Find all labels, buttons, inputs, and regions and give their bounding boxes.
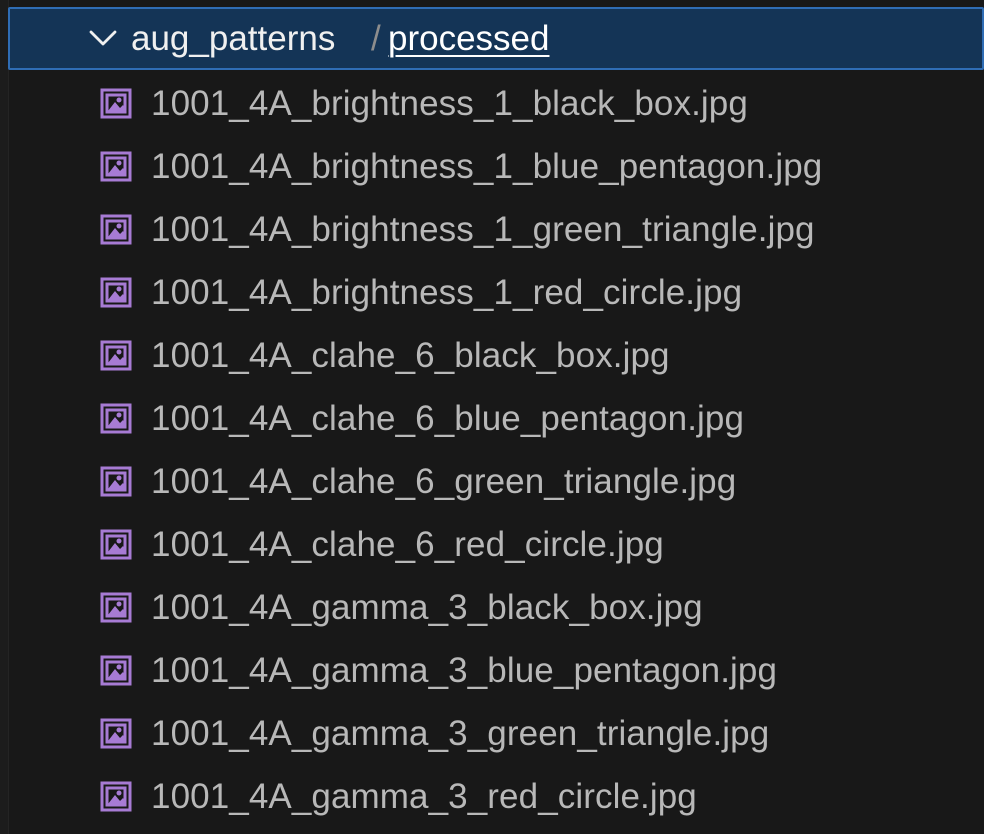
- file-row[interactable]: 1001_4A_clahe_6_black_box.jpg: [8, 324, 984, 387]
- file-row[interactable]: 1001_4A_gamma_3_red_circle.jpg: [8, 765, 984, 828]
- file-name: 1001_4A_gamma_3_red_circle.jpg: [151, 777, 697, 816]
- file-row[interactable]: 1001_4A_clahe_6_red_circle.jpg: [8, 513, 984, 576]
- folder-row-processed[interactable]: aug_patterns / processed: [8, 7, 984, 70]
- image-file-icon: [100, 718, 132, 749]
- file-name: 1001_4A_clahe_6_black_box.jpg: [151, 336, 670, 375]
- file-row[interactable]: 1001_4A_clahe_6_blue_pentagon.jpg: [8, 387, 984, 450]
- file-name: 1001_4A_brightness_1_blue_pentagon.jpg: [151, 147, 823, 186]
- file-row[interactable]: 1001_4A_brightness_1_blue_pentagon.jpg: [8, 135, 984, 198]
- file-name: 1001_4A_clahe_6_green_triangle.jpg: [151, 462, 737, 501]
- file-list: 1001_4A_brightness_1_black_box.jpg 1001_…: [0, 72, 984, 834]
- file-name: 1001_4A_gamma_3_green_triangle.jpg: [151, 714, 770, 753]
- file-name: 1001_4A_brightness_1_black_box.jpg: [151, 84, 748, 123]
- file-row[interactable]: 1001_4A_brightness_1_black_box.jpg: [8, 72, 984, 135]
- image-file-icon: [100, 340, 132, 371]
- chevron-down-icon[interactable]: [88, 28, 118, 50]
- file-explorer: aug_patterns / processed 1001_4A_brightn…: [0, 0, 984, 834]
- file-row[interactable]: 1001_4A_brightness_1_green_triangle.jpg: [8, 198, 984, 261]
- image-file-icon: [100, 592, 132, 623]
- file-name: 1001_4A_brightness_1_red_circle.jpg: [151, 273, 743, 312]
- image-file-icon: [100, 529, 132, 560]
- file-name: 1001_4A_gamma_3_blue_pentagon.jpg: [151, 651, 778, 690]
- image-file-icon: [100, 214, 132, 245]
- image-file-icon: [100, 88, 132, 119]
- image-file-icon: [100, 781, 132, 812]
- file-name: 1001_4A_clahe_6_blue_pentagon.jpg: [151, 399, 745, 438]
- file-row[interactable]: 1001_4A_gamma_3_black_box.jpg: [8, 576, 984, 639]
- file-row[interactable]: 1001_4A_gamma_3_green_triangle.jpg: [8, 702, 984, 765]
- image-file-icon: [100, 277, 132, 308]
- folder-path-separator: /: [371, 19, 381, 58]
- file-row[interactable]: 1001_4A_gamma_3_blue_pentagon.jpg: [8, 639, 984, 702]
- image-file-icon: [100, 655, 132, 686]
- image-file-icon: [100, 403, 132, 434]
- file-name: 1001_4A_brightness_1_green_triangle.jpg: [151, 210, 815, 249]
- image-file-icon: [100, 466, 132, 497]
- file-row[interactable]: 1001_4A_brightness_1_red_circle.jpg: [8, 261, 984, 324]
- image-file-icon: [100, 151, 132, 182]
- folder-name[interactable]: aug_patterns: [131, 17, 335, 61]
- subfolder-name[interactable]: processed: [388, 17, 549, 61]
- file-row[interactable]: 1001_4A_clahe_6_green_triangle.jpg: [8, 450, 984, 513]
- file-name: 1001_4A_gamma_3_black_box.jpg: [151, 588, 703, 627]
- file-name: 1001_4A_clahe_6_red_circle.jpg: [151, 525, 664, 564]
